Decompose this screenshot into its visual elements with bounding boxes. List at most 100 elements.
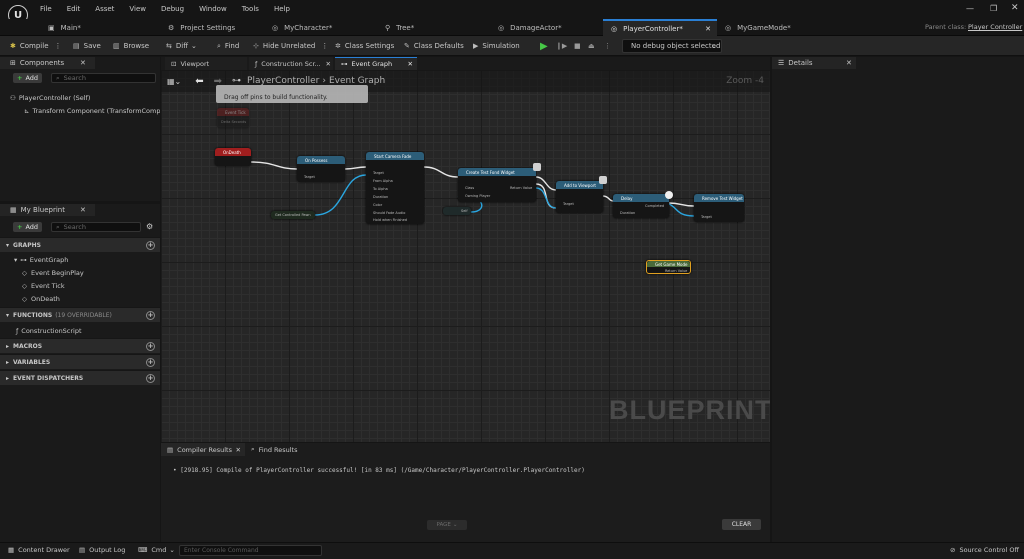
tab-playercontroller[interactable]: ◎ PlayerController* ✕	[603, 19, 717, 36]
tab-mygamemode[interactable]: ◎ MyGameMode*	[717, 19, 832, 36]
source-control-button[interactable]: ⊘ Source Control Off	[950, 546, 1019, 554]
node-self[interactable]: Self	[443, 207, 471, 215]
blueprint-watermark: BLUEPRINT	[609, 395, 770, 425]
blueprint-search-input[interactable]: ⌕ Search	[51, 222, 141, 232]
find-button[interactable]: ⌕ Find	[217, 39, 239, 53]
tab-find-results[interactable]: ⌕ Find Results	[247, 443, 317, 456]
node-ondeath[interactable]: OnDeath	[215, 148, 251, 166]
save-button[interactable]: ▤ Save	[73, 39, 101, 53]
tab-construction-script[interactable]: ƒ Construction Scr... ✕	[249, 57, 333, 70]
menu-file[interactable]: File	[40, 5, 52, 13]
close-tab-icon[interactable]: ✕	[236, 446, 241, 454]
node-create-widget[interactable]: Create Test Fond Widget Class Owning Pla…	[458, 168, 536, 202]
close-tab-icon[interactable]: ✕	[705, 25, 711, 33]
add-component-button[interactable]: + Add	[13, 73, 43, 83]
menu-debug[interactable]: Debug	[161, 5, 184, 13]
play-options-icon[interactable]: ⋮	[604, 39, 611, 53]
stop-icon[interactable]: ■	[574, 39, 581, 53]
add-graph-icon[interactable]: +	[146, 240, 155, 250]
content-drawer-button[interactable]: ▦ Content Drawer	[8, 546, 70, 554]
menu-help[interactable]: Help	[274, 5, 290, 13]
macros-section[interactable]: ▸ MACROS +	[0, 338, 160, 353]
node-delay[interactable]: Delay Duration Completed	[613, 194, 669, 218]
component-transform[interactable]: ⊾ Transform Component (TransformComp	[24, 104, 160, 117]
diff-button[interactable]: ⇆ Diff ⌄	[166, 39, 197, 53]
function-item-construction-script[interactable]: ƒ ConstructionScript	[16, 324, 82, 337]
close-tab-icon[interactable]: ✕	[408, 60, 413, 68]
node-start-camera-fade[interactable]: Start Camera Fade Target From Alpha To A…	[366, 152, 424, 224]
node-event-tick[interactable]: Event Tick Delta Seconds	[217, 108, 249, 128]
cmd-dropdown[interactable]: ⌨ Cmd ⌄	[138, 546, 175, 554]
compile-icon: ✱	[10, 42, 16, 50]
tab-compiler-results[interactable]: ▤ Compiler Results ✕	[161, 443, 245, 456]
pause-icon[interactable]: ❙▶	[556, 39, 567, 53]
add-function-icon[interactable]: +	[146, 310, 155, 320]
hide-unrelated-button[interactable]: ⊹ Hide Unrelated ⋮	[253, 39, 328, 53]
class-defaults-button[interactable]: ✎ Class Defaults	[404, 39, 464, 53]
gear-icon[interactable]: ⚙	[146, 222, 153, 231]
more-options-icon[interactable]: ⋮	[321, 42, 328, 50]
browse-button[interactable]: ▥ Browse	[113, 39, 149, 53]
node-options-icon[interactable]	[533, 163, 541, 171]
node-get-game-mode[interactable]: Get Game Mode Return Value	[646, 260, 691, 274]
output-log-button[interactable]: ▤ Output Log	[79, 546, 125, 554]
graphs-section[interactable]: ▾ GRAPHS +	[0, 237, 160, 252]
minimize-icon[interactable]: —	[966, 4, 974, 13]
close-panel-icon[interactable]: ✕	[80, 59, 86, 67]
event-dispatchers-section[interactable]: ▸ EVENT DISPATCHERS +	[0, 370, 160, 385]
tab-damageactor[interactable]: ◎ DamageActor*	[490, 19, 605, 36]
tab-mycharacter[interactable]: ◎ MyCharacter*	[264, 19, 379, 36]
menu-asset[interactable]: Asset	[95, 5, 114, 13]
add-dispatcher-icon[interactable]: +	[146, 373, 155, 383]
play-icon[interactable]: ▶	[540, 39, 548, 53]
clear-button[interactable]: CLEAR	[722, 519, 761, 530]
simulation-button[interactable]: ▶ Simulation	[473, 39, 520, 53]
node-remove-widget[interactable]: Remove Test Widget Target	[694, 194, 744, 222]
source-control-icon: ⊘	[950, 546, 956, 554]
node-add-to-viewport[interactable]: Add to Viewport Target	[556, 181, 603, 213]
functions-section[interactable]: ▾ FUNCTIONS (19 OVERRIDABLE) +	[0, 307, 160, 322]
close-tab-icon[interactable]: ✕	[326, 60, 331, 68]
class-settings-button[interactable]: ✲ Class Settings	[335, 39, 394, 53]
event-item-beginplay[interactable]: ◇ Event BeginPlay	[22, 266, 84, 279]
my-blueprint-panel: ▦ My Blueprint ✕ + Add ⌕ Search ⚙ ▾ GRAPHS + ▾…	[0, 204, 160, 542]
page-dropdown[interactable]: PAGE ⌄	[427, 520, 467, 530]
components-tab[interactable]: ⊞ Components ✕	[0, 57, 95, 69]
node-on-possess[interactable]: On Possess Target	[297, 156, 345, 182]
status-bar: ▦ Content Drawer ▤ Output Log ⌨ Cmd ⌄ Enter …	[0, 542, 1024, 559]
add-blueprint-item-button[interactable]: + Add	[13, 222, 43, 232]
node-get-controlled-pawn[interactable]: Get Controlled Pawn	[271, 211, 315, 219]
compile-button[interactable]: ✱ Compile ⋮	[10, 39, 62, 53]
tab-event-graph[interactable]: ⊶ Event Graph ✕	[335, 57, 417, 70]
parent-class-link[interactable]: Player Controller	[968, 23, 1022, 31]
event-graph-item[interactable]: ▾ ⊶ EventGraph	[14, 253, 68, 266]
tab-project-settings[interactable]: ⚙ Project Settings	[160, 19, 275, 36]
graph-icon: ⊶	[20, 255, 27, 264]
node-options-icon[interactable]	[599, 176, 607, 184]
menu-window[interactable]: Window	[199, 5, 227, 13]
debug-object-select[interactable]: No debug object selected ⌄	[622, 39, 722, 53]
variables-section[interactable]: ▸ VARIABLES +	[0, 354, 160, 369]
components-search-input[interactable]: ⌕ Search	[51, 73, 156, 83]
component-self[interactable]: ⚇ PlayerController (Self)	[10, 91, 90, 104]
event-item-ondeath[interactable]: ◇ OnDeath	[22, 292, 60, 305]
menu-edit[interactable]: Edit	[67, 5, 81, 13]
compile-options-icon[interactable]: ⋮	[55, 42, 62, 50]
event-graph-canvas[interactable]: ▦⌄ ⬅ ➡ ⊶ PlayerController › Event Graph …	[161, 70, 770, 442]
my-blueprint-tab[interactable]: ▦ My Blueprint ✕	[0, 204, 95, 216]
add-variable-icon[interactable]: +	[146, 357, 155, 367]
close-window-icon[interactable]: ✕	[1011, 3, 1019, 13]
event-item-tick[interactable]: ◇ Event Tick	[22, 279, 65, 292]
menu-tools[interactable]: Tools	[242, 5, 259, 13]
tab-viewport[interactable]: ⊡ Viewport	[165, 57, 247, 70]
tab-main[interactable]: ▣ Main*	[40, 19, 155, 36]
eject-icon[interactable]: ⏏	[588, 39, 595, 53]
tab-tree[interactable]: ⚲ Tree*	[377, 19, 492, 36]
console-command-input[interactable]: Enter Console Command	[179, 545, 322, 556]
close-panel-icon[interactable]: ✕	[80, 206, 86, 214]
close-panel-icon[interactable]: ✕	[846, 59, 852, 67]
add-macro-icon[interactable]: +	[146, 341, 155, 351]
menu-view[interactable]: View	[129, 5, 146, 13]
restore-icon[interactable]: ❐	[990, 4, 997, 13]
details-tab[interactable]: ☰ Details ✕	[772, 57, 856, 69]
